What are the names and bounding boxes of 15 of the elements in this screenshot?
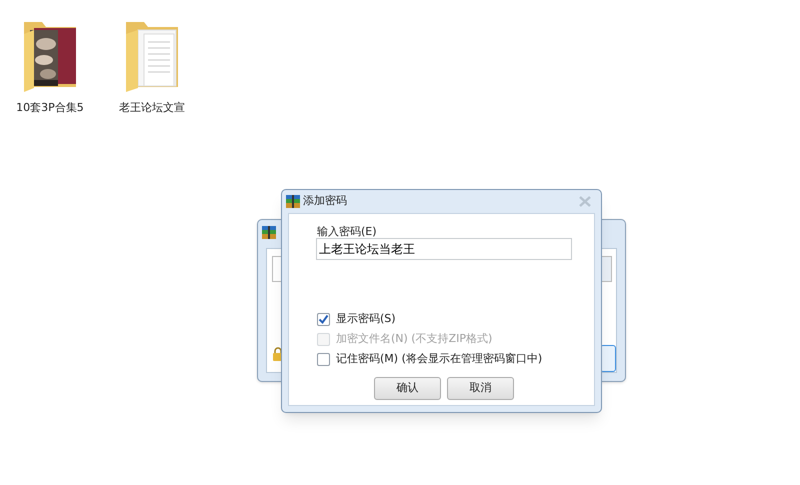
close-icon[interactable]	[579, 196, 591, 207]
option-label: 加密文件名(N) (不支持ZIP格式)	[336, 330, 492, 347]
file-label: 老王论坛文宣	[119, 100, 185, 116]
dialog-button[interactable]: 取消	[447, 377, 514, 400]
password-field[interactable]: 上老王论坛当老王	[316, 238, 572, 260]
dialog-button[interactable]: 确认	[374, 377, 441, 400]
file-label: 10套3P合集5	[16, 100, 84, 116]
app-icon	[286, 195, 300, 208]
checkbox[interactable]	[317, 312, 330, 326]
window-title: 添加密码	[303, 193, 347, 210]
option-label: 记住密码(M) (将会显示在管理密码窗口中)	[336, 350, 542, 367]
field-label: 输入密码(E)	[317, 224, 377, 240]
checkbox[interactable]	[317, 352, 330, 366]
app-icon	[262, 226, 276, 239]
option-label: 显示密码(S)	[336, 310, 396, 327]
